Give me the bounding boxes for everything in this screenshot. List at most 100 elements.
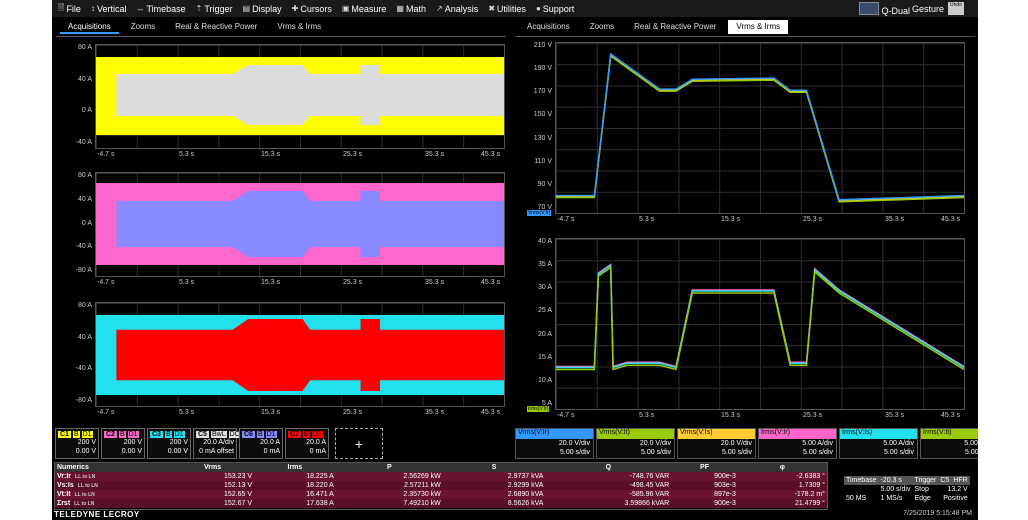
numerics-cell: 2.57211 kW: [335, 481, 443, 490]
y-tick-label: 0 A: [81, 219, 92, 227]
numerics-header: PF: [671, 463, 738, 472]
menu-support[interactable]: ● Support: [536, 4, 574, 14]
x-tick-label: 5.3 s: [179, 151, 195, 158]
y-tick-label: 130 V: [533, 134, 552, 142]
trigger-tag1: C5: [938, 476, 952, 485]
param-scale: 5.00 A/div: [964, 440, 978, 447]
y-tick-label: 40 A: [537, 238, 552, 245]
channel-scale: 200 V: [77, 439, 96, 446]
menu-vertical[interactable]: ↕ Vertical: [91, 4, 127, 14]
menu-trigger[interactable]: ⇡ Trigger: [196, 4, 233, 14]
x-tick-label: 25.3 s: [803, 216, 823, 223]
menu-measure[interactable]: ▣ Measure: [342, 4, 387, 14]
timebase-icon: ↔: [136, 4, 145, 13]
param-vrms-v-it-[interactable]: Vrms(V:It) 20.0 V/div 5.00 s/div: [596, 428, 675, 459]
param-rate: 5.00 s/div: [965, 449, 978, 456]
tab-real-reactive-power[interactable]: Real & Reactive Power: [626, 20, 724, 34]
x-tick-label: 25.3 s: [343, 409, 363, 416]
tab-acquisitions[interactable]: Acquisitions: [519, 20, 578, 34]
row-label: Vs:Is: [57, 482, 74, 489]
channel-scale: 20.0 A: [306, 439, 326, 446]
y-tick-label: 0 A: [81, 107, 92, 115]
channel-tag: D1: [81, 430, 93, 438]
x-tick-label: 25.3 s: [803, 412, 823, 419]
numerics-row[interactable]: Vt:It LL to LN 152.65 V 16.471 A 2.35730 kW 2…: [55, 490, 827, 499]
numerics-cell: -2.6383 °: [737, 472, 827, 481]
right-tab-divider: [515, 36, 975, 37]
timebase-trigger-panel[interactable]: Timebase -20.3 s Trigger C5 HFR 5.00 s/div St…: [844, 476, 974, 508]
tab-zooms[interactable]: Zooms: [582, 20, 622, 34]
channel-c3[interactable]: C3 B D1 200 V 0.00 V: [147, 428, 191, 459]
channel-scale: 20.0 A: [260, 439, 280, 446]
grid-acq-2[interactable]: [95, 172, 505, 277]
tab-real-reactive-power[interactable]: Real & Reactive Power: [167, 20, 265, 34]
param-vrms-v-ir-[interactable]: Vrms(V:Ir) 20.0 V/div 5.00 s/div: [515, 428, 594, 459]
gesture-button[interactable]: Gesture Undo: [912, 0, 964, 17]
channel-c7[interactable]: C7 B D1 20.0 A 0 mA: [285, 428, 329, 459]
y-tick-label: 25 A: [537, 307, 552, 315]
grid-acq-3[interactable]: [95, 302, 505, 407]
menu-label: Timebase: [146, 3, 186, 14]
numerics-row[interactable]: Vr:Ir LL to LN 153.23 V 18.225 A 2.56269 kW 2…: [55, 472, 827, 481]
grid-irms[interactable]: [555, 238, 965, 410]
tab-vrms-irms[interactable]: Vrms & Irms: [269, 20, 329, 34]
numerics-cell: 2.6890 kVA: [442, 490, 546, 499]
numerics-cell: 18.220 A: [254, 481, 336, 490]
trace-badge: Vrms(V:Ir): [527, 210, 552, 216]
channel-offset: 0 mA offset: [199, 448, 234, 455]
tab-vrms-irms[interactable]: Vrms & Irms: [728, 20, 789, 34]
support-icon: ●: [535, 4, 541, 13]
menu-analysis[interactable]: ↗ Analysis: [436, 4, 478, 14]
x-tick-label: 35.3 s: [425, 409, 445, 416]
x-tick-label: 35.3 s: [425, 151, 445, 158]
channel-name: C7: [288, 430, 301, 438]
param-vrms-v-is-[interactable]: Vrms(V:Is) 20.0 V/div 5.00 s/div: [677, 428, 756, 459]
param-irms-v-it-[interactable]: Irms(V:It)5.00 A/div 5.00 s/div: [920, 428, 978, 459]
y-tick-label: -80 A: [75, 267, 92, 274]
channel-c6[interactable]: C6 B D1 20.0 A 0 mA: [239, 428, 283, 459]
menu-label: Trigger: [204, 3, 233, 14]
menu-label: Cursors: [300, 3, 332, 14]
x-tick-label: -4.7 s: [557, 216, 575, 223]
grid-acq-1[interactable]: [95, 44, 505, 149]
y-tick-label: 40 A: [77, 75, 92, 83]
tab-zooms[interactable]: Zooms: [123, 20, 163, 34]
channel-c2[interactable]: C2 B D1 200 V 0.00 V: [101, 428, 145, 459]
channel-tag: BwL: [210, 430, 227, 438]
menu-label: Support: [542, 3, 575, 14]
menu-display[interactable]: ▤ Display: [243, 4, 282, 14]
channel-c1[interactable]: C1 B D1 200 V 0.00 V: [55, 428, 99, 459]
menu-label: Utilities: [496, 3, 526, 14]
numerics-cell: 152.65 V: [171, 490, 254, 499]
numerics-cell: 900e-3: [671, 499, 738, 508]
channel-name: C6: [242, 430, 255, 438]
menu-timebase[interactable]: ↔ Timebase: [136, 4, 185, 14]
menu-utilities[interactable]: ✖ Utilities: [488, 4, 526, 14]
numerics-cell: 2.56269 kW: [335, 472, 443, 481]
numerics-header: S: [442, 463, 546, 472]
menu-math[interactable]: ▦ Math: [396, 4, 426, 14]
add-channel-button[interactable]: +: [335, 428, 383, 459]
param-scale: 20.0 V/div: [639, 440, 671, 447]
numerics-cell: 153.23 V: [171, 472, 254, 481]
menu-cursors[interactable]: ✚ Cursors: [292, 4, 332, 14]
param-irms-v-is-[interactable]: Irms(V:Is) 5.00 A/div 5.00 s/div: [839, 428, 918, 459]
x-tick-label: -4.7 s: [97, 151, 115, 158]
series-line: [556, 266, 964, 371]
undo-button[interactable]: Undo: [948, 2, 964, 15]
channel-scale: 20.0 A/div: [203, 439, 234, 446]
menu-file[interactable]: 🗎 File: [58, 2, 81, 16]
param-irms-v-ir-[interactable]: Irms(V:Ir) 5.00 A/div 5.00 s/div: [758, 428, 837, 459]
numerics-cell: 3.59866 kVAR: [545, 499, 672, 508]
grid-vrms[interactable]: [555, 42, 965, 214]
parameter-descriptors: Vrms(V:Ir) 20.0 V/div 5.00 s/div Vrms(V:It)…: [515, 428, 978, 459]
numerics-row[interactable]: Σrst LL to LN 152.67 V 17.638 A 7.49210 kW 8.…: [55, 499, 827, 508]
channel-c5[interactable]: C5BwLDC1M20.0 A/div0 mA offset: [193, 428, 251, 459]
numerics-table[interactable]: Numerics Vrms Irms P S Q PF φ Vr:Ir LL to LN 153.2…: [54, 462, 828, 510]
y-tick-label: 90 V: [537, 180, 552, 188]
menu-label: Analysis: [444, 3, 479, 14]
tab-acquisitions[interactable]: Acquisitions: [60, 20, 119, 34]
y-tick-label: 15 A: [537, 353, 552, 361]
q-dual-indicator[interactable]: Q-Dual: [859, 0, 910, 17]
numerics-row[interactable]: Vs:Is LL to LN 152.13 V 18.220 A 2.57211 kW 2…: [55, 481, 827, 490]
